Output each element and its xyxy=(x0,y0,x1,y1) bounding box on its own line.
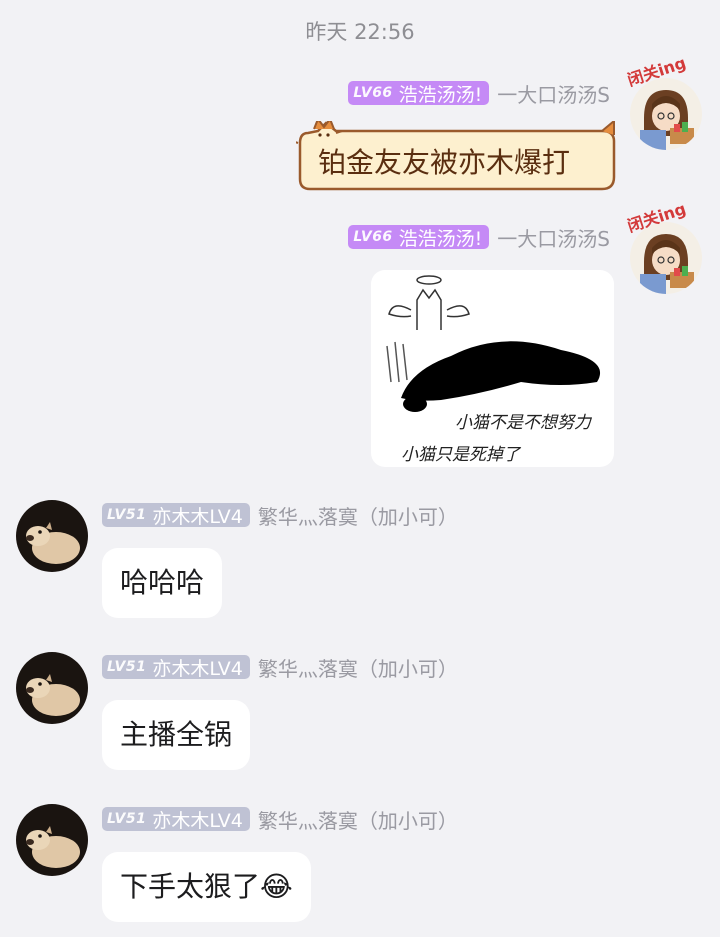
message-text: 铂金友友被亦木爆打 xyxy=(318,146,571,179)
sender-meta: LV51 亦木木LV4 繁华灬落寞（加小可） xyxy=(102,502,458,529)
fan-club-name: 一大口汤汤S xyxy=(497,226,610,251)
level-label: LV66 xyxy=(353,85,393,101)
fan-club-name: 繁华灬落寞（加小可） xyxy=(257,808,458,833)
avatar[interactable] xyxy=(16,500,88,572)
fan-club-name: 繁华灬落寞（加小可） xyxy=(257,656,458,681)
sticker-caption-line2: 小猫只是死掉了 xyxy=(401,445,520,465)
nickname: 浩浩汤汤! xyxy=(398,227,483,250)
fan-level-badge[interactable]: LV51 亦木木LV4 xyxy=(102,503,250,528)
sender-meta: LV66 浩浩汤汤! 一大口汤汤S xyxy=(348,224,610,251)
avatar[interactable] xyxy=(16,804,88,876)
sender-meta: LV66 浩浩汤汤! 一大口汤汤S xyxy=(348,80,610,107)
fan-level-badge[interactable]: LV66 浩浩汤汤! xyxy=(348,225,490,250)
level-label: LV51 xyxy=(107,659,147,675)
avatar[interactable] xyxy=(630,78,702,150)
avatar[interactable] xyxy=(16,652,88,724)
nickname: 亦木木LV4 xyxy=(152,657,243,680)
level-label: LV66 xyxy=(353,229,393,245)
message-bubble[interactable]: 哈哈哈 xyxy=(102,548,223,618)
nickname: 浩浩汤汤! xyxy=(398,83,483,106)
fan-club-name: 一大口汤汤S xyxy=(497,82,610,107)
sender-meta: LV51 亦木木LV4 繁华灬落寞（加小可） xyxy=(102,654,458,681)
dog-avatar-image xyxy=(16,804,88,876)
nickname: 亦木木LV4 xyxy=(152,505,243,528)
message-text: 哈哈哈 xyxy=(120,566,205,599)
sticker-image[interactable]: 小猫不是不想努力 小猫只是死掉了 xyxy=(371,270,614,467)
message-text: 主播全锅 xyxy=(120,718,233,751)
fan-level-badge[interactable]: LV66 浩浩汤汤! xyxy=(348,81,490,106)
message-bubble[interactable]: 主播全锅 xyxy=(102,700,251,770)
level-label: LV51 xyxy=(107,811,147,827)
nickname: 亦木木LV4 xyxy=(152,809,243,832)
fan-level-badge[interactable]: LV51 亦木木LV4 xyxy=(102,655,250,680)
anime-avatar-image xyxy=(630,78,702,150)
timestamp: 昨天 22:56 xyxy=(305,20,415,44)
sender-meta: LV51 亦木木LV4 繁华灬落寞（加小可） xyxy=(102,806,458,833)
sticker-caption-line1: 小猫不是不想努力 xyxy=(455,413,591,433)
message-text: 下手太狠了😂 xyxy=(120,870,293,903)
fan-level-badge[interactable]: LV51 亦木木LV4 xyxy=(102,807,250,832)
dog-avatar-image xyxy=(16,500,88,572)
message-bubble[interactable]: 下手太狠了😂 xyxy=(102,852,311,922)
dead-cat-drawing xyxy=(386,275,601,412)
level-label: LV51 xyxy=(107,507,147,523)
cat-theme-bubble[interactable]: 铂金友友被亦木爆打 xyxy=(296,121,618,193)
fan-club-name: 繁华灬落寞（加小可） xyxy=(257,504,458,529)
dog-avatar-image xyxy=(16,652,88,724)
